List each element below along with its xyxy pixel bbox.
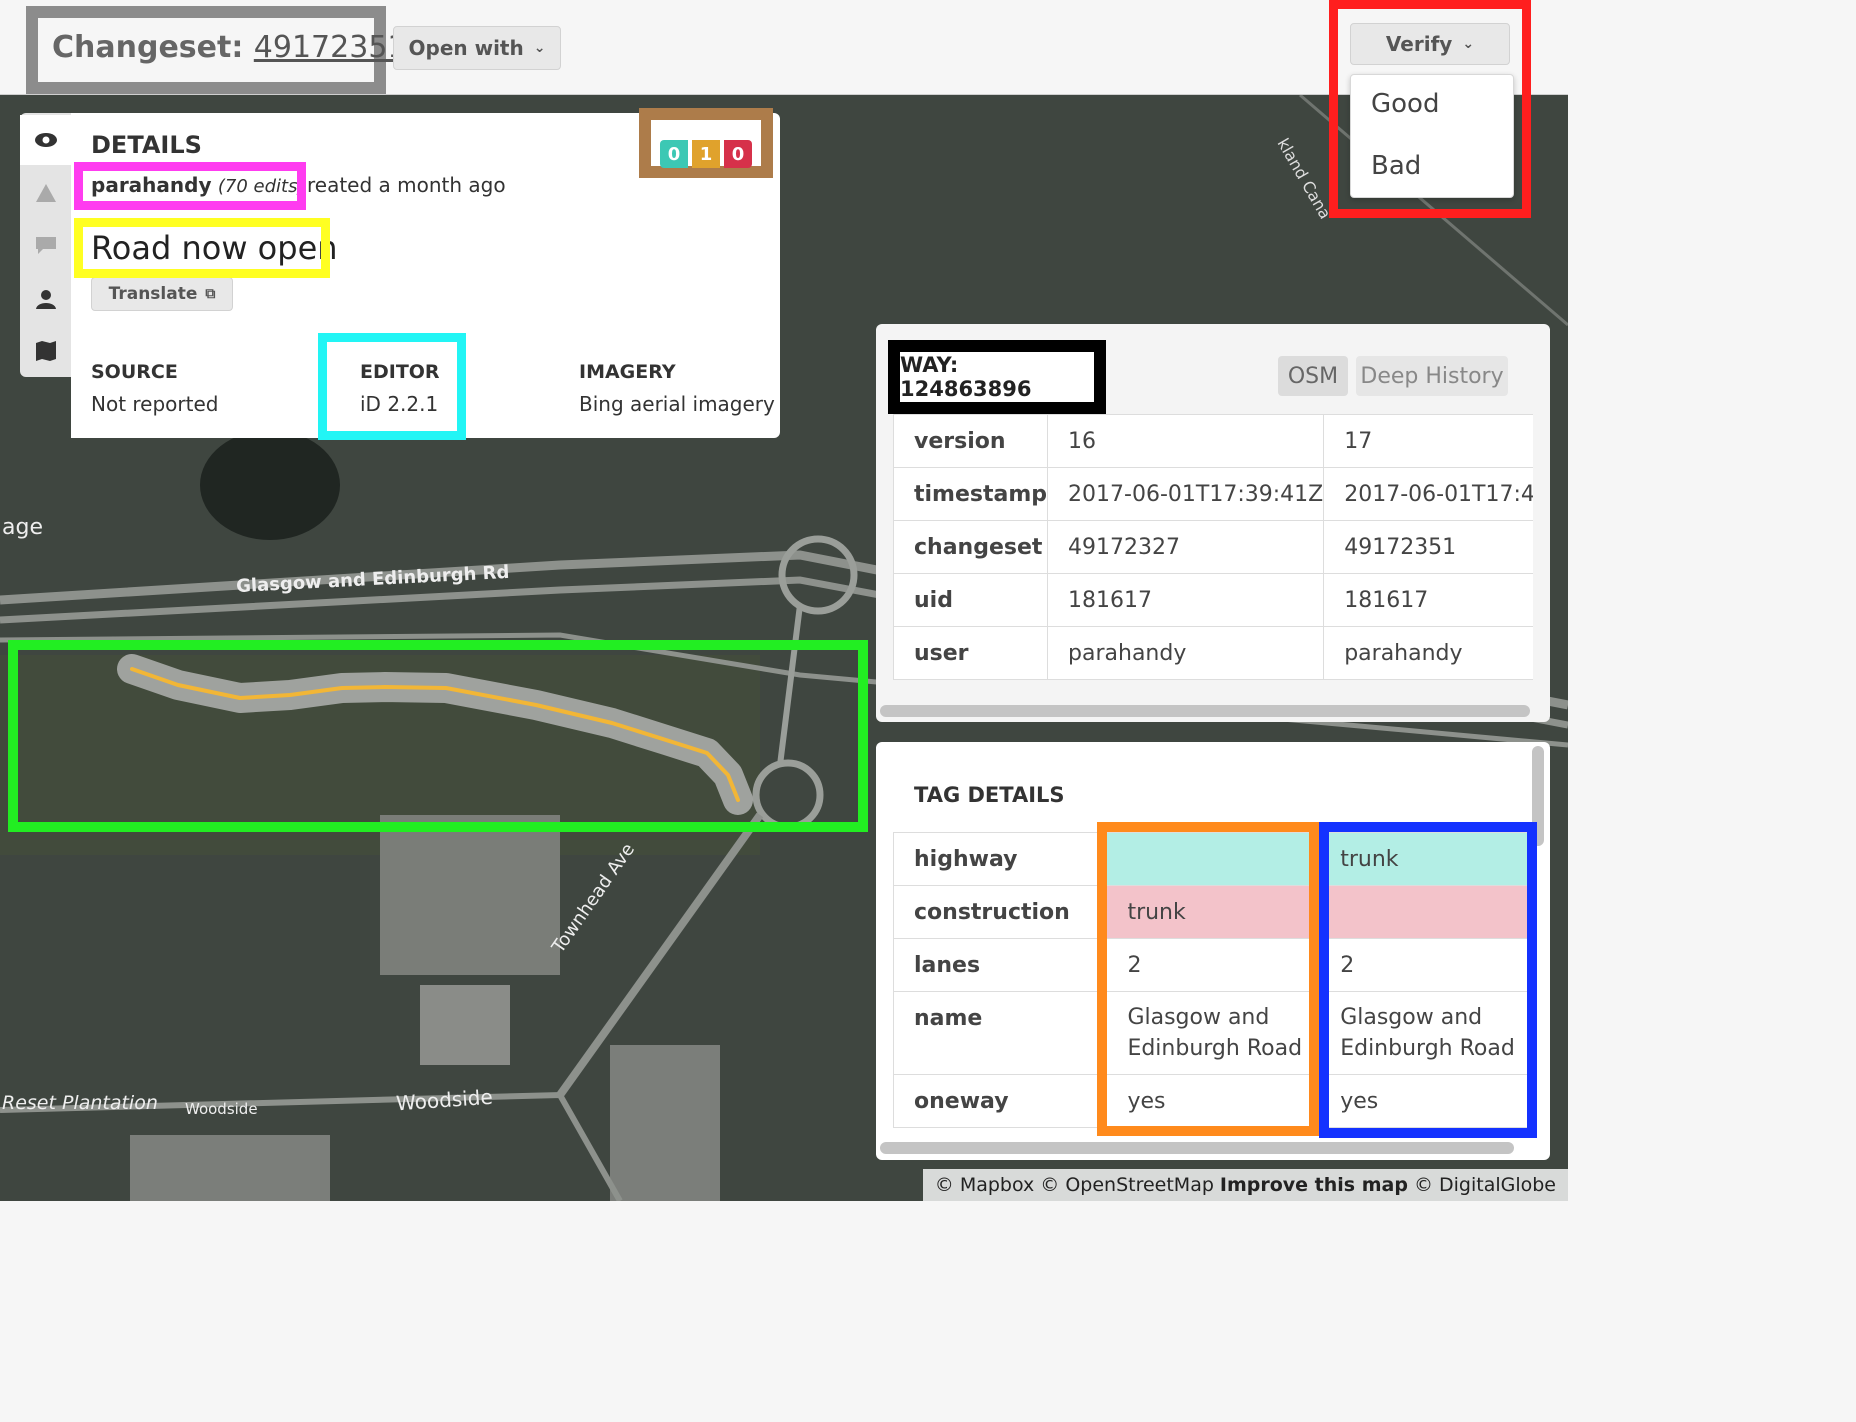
eye-icon[interactable] <box>20 115 71 165</box>
way-key: user <box>893 626 1049 680</box>
delete-count: 0 <box>724 140 752 168</box>
tag-key: highway <box>893 832 1108 886</box>
change-counts: 0 1 0 <box>639 108 773 178</box>
way-table-wrap: version 16 17 timestamp 2017-06-01T17:39:41… <box>893 414 1533 682</box>
table-row: timestamp 2017-06-01T17:39:41Z 2017-06-01T… <box>893 467 1533 521</box>
external-link-icon: ⧉ <box>205 286 216 302</box>
building <box>420 985 510 1065</box>
way-key: changeset <box>893 520 1049 574</box>
building <box>610 1045 720 1201</box>
way-key: timestamp <box>893 467 1049 521</box>
user-icon[interactable] <box>32 285 60 313</box>
changeset-comment: Road now open <box>91 229 338 267</box>
author-line: parahandy (70 edits) reated a month ago <box>91 173 506 197</box>
open-with-button[interactable]: Open with ⌄ <box>393 26 561 70</box>
imagery-label: IMAGERY <box>579 361 676 383</box>
author-username[interactable]: parahandy <box>91 173 212 197</box>
pond <box>200 430 340 540</box>
translate-button[interactable]: Translate ⧉ <box>91 277 233 311</box>
tag-new-value: 2 <box>1319 938 1533 992</box>
way-table: version 16 17 timestamp 2017-06-01T17:39:41… <box>893 414 1533 680</box>
editor-label: EDITOR <box>360 361 440 383</box>
way-old-value: 16 <box>1047 414 1325 468</box>
tag-old-value: yes <box>1106 1074 1321 1128</box>
table-row: oneway yes yes <box>893 1074 1533 1128</box>
table-row: name Glasgow and Edinburgh Road Glasgow an… <box>893 991 1533 1075</box>
building <box>380 815 560 975</box>
warning-icon[interactable] <box>32 179 60 207</box>
editor-value: iD 2.2.1 <box>360 392 439 416</box>
tag-new-value <box>1319 885 1533 939</box>
details-sidebar <box>20 113 71 377</box>
tag-key: oneway <box>893 1074 1108 1128</box>
tag-new-value: yes <box>1319 1074 1533 1128</box>
deep-history-button[interactable]: Deep History <box>1356 356 1508 396</box>
title-prefix: Changeset: <box>52 30 244 65</box>
verify-annotation-box <box>1329 0 1531 218</box>
tag-old-value <box>1106 832 1321 886</box>
source-value: Not reported <box>91 392 219 416</box>
way-new-value: 2017-06-01T17:40:32 <box>1323 467 1533 521</box>
way-old-value: 49172327 <box>1047 520 1325 574</box>
map-label-plantation: Reset Plantation <box>2 1092 158 1114</box>
tag-old-value: trunk <box>1106 885 1321 939</box>
created-time: reated a month ago <box>307 173 506 197</box>
tag-horizontal-scrollbar[interactable] <box>880 1142 1514 1154</box>
tag-key: lanes <box>893 938 1108 992</box>
osm-button[interactable]: OSM <box>1278 356 1348 396</box>
create-count: 0 <box>660 140 688 168</box>
way-new-value: 17 <box>1323 414 1533 468</box>
way-key: uid <box>893 573 1049 627</box>
osm-attribution[interactable]: © OpenStreetMap <box>1040 1174 1214 1196</box>
tag-old-value: Glasgow and Edinburgh Road <box>1106 991 1321 1075</box>
tag-new-value: Glasgow and Edinburgh Road <box>1319 991 1533 1075</box>
tag-vertical-scrollbar[interactable] <box>1532 746 1544 846</box>
tag-table-wrap: highway trunk construction trunk lanes 2 2 n… <box>893 832 1533 1128</box>
tag-table: highway trunk construction trunk lanes 2 2 n… <box>893 832 1533 1128</box>
improve-map-link[interactable]: Improve this map <box>1220 1174 1408 1196</box>
map-attribution: © Mapbox © OpenStreetMap Improve this ma… <box>922 1169 1568 1201</box>
imagery-value: Bing aerial imagery <box>579 392 775 416</box>
table-row: uid 181617 181617 <box>893 573 1533 627</box>
table-row: lanes 2 2 <box>893 938 1533 992</box>
table-row: construction trunk <box>893 885 1533 939</box>
page-title: Changeset: 49172351 <box>52 30 407 65</box>
way-old-value: parahandy <box>1047 626 1325 680</box>
way-key: version <box>893 414 1049 468</box>
map-label-age: age <box>2 515 43 540</box>
tag-key: name <box>893 991 1108 1075</box>
tag-details-heading: TAG DETAILS <box>914 783 1065 807</box>
comment-icon[interactable] <box>32 231 60 259</box>
tag-key: construction <box>893 885 1108 939</box>
table-row: changeset 49172327 49172351 <box>893 520 1533 574</box>
changeset-link[interactable]: 49172351 <box>254 30 407 65</box>
details-heading: DETAILS <box>91 131 202 159</box>
open-with-label: Open with <box>408 36 524 60</box>
way-horizontal-scrollbar[interactable] <box>880 705 1530 717</box>
map-label-woodside: Woodside <box>185 1100 258 1118</box>
table-row: version 16 17 <box>893 414 1533 468</box>
way-old-value: 181617 <box>1047 573 1325 627</box>
table-row: user parahandy parahandy <box>893 626 1533 680</box>
chevron-down-icon: ⌄ <box>533 40 546 56</box>
mapbox-attribution[interactable]: © Mapbox <box>935 1174 1034 1196</box>
author-edit-count: (70 edits) <box>217 176 305 197</box>
modify-count: 1 <box>692 140 720 168</box>
way-title: WAY: 124863896 <box>888 340 1106 414</box>
way-new-value: 181617 <box>1323 573 1533 627</box>
way-new-value: parahandy <box>1323 626 1533 680</box>
source-label: SOURCE <box>91 361 178 383</box>
way-old-value: 2017-06-01T17:39:41Z <box>1047 467 1325 521</box>
table-row: highway trunk <box>893 832 1533 886</box>
map-icon[interactable] <box>32 337 60 365</box>
building <box>130 1135 330 1201</box>
translate-label: Translate <box>108 284 198 304</box>
digitalglobe-attribution[interactable]: © DigitalGlobe <box>1414 1174 1556 1196</box>
tag-old-value: 2 <box>1106 938 1321 992</box>
tag-new-value: trunk <box>1319 832 1533 886</box>
way-new-value: 49172351 <box>1323 520 1533 574</box>
